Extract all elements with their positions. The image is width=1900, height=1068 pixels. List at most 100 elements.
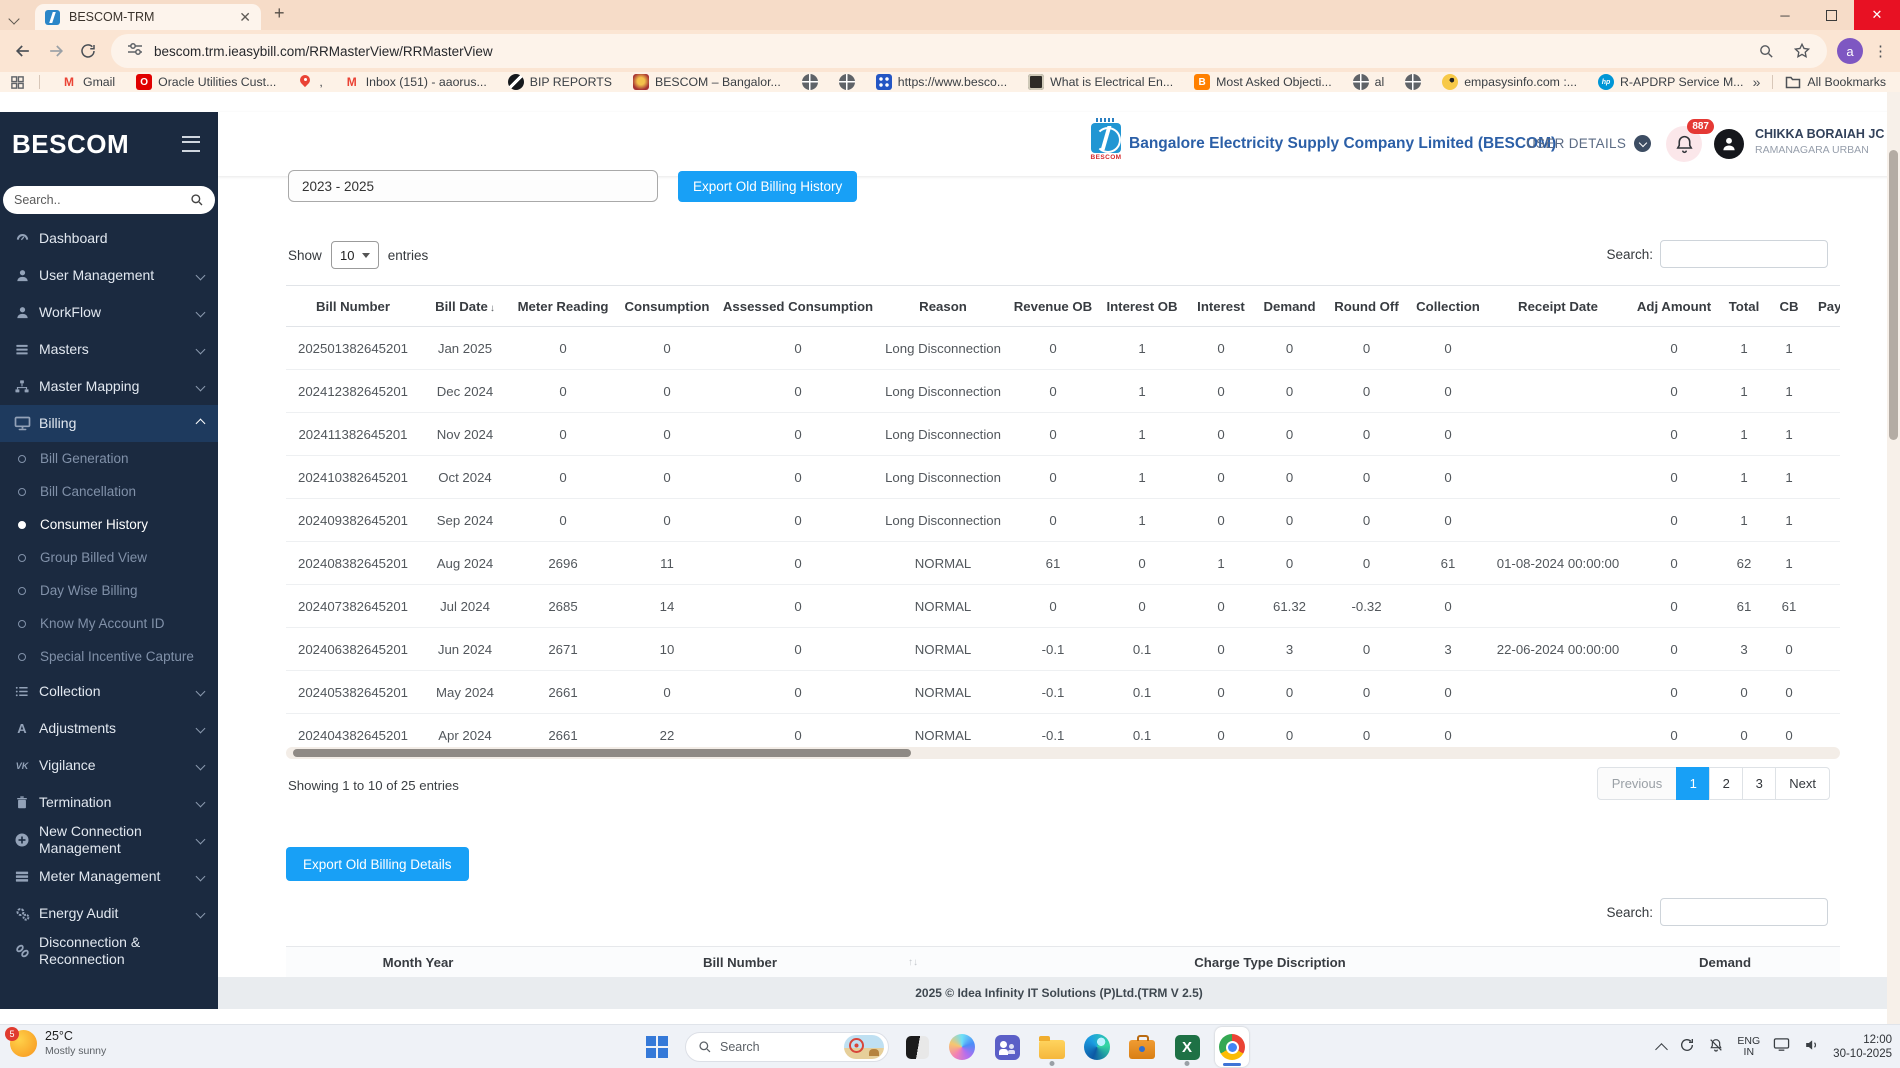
column-header-meter-reading[interactable]: Meter Reading: [510, 285, 616, 327]
bookmark-[interactable]: ,: [297, 74, 323, 90]
sidebar-subitem-special-incentive-capture[interactable]: Special Incentive Capture: [0, 640, 218, 673]
bookmark-inbox-151-aaorus[interactable]: Inbox (151) - aaorus...: [344, 74, 487, 90]
sidebar-subitem-day-wise-billing[interactable]: Day Wise Billing: [0, 574, 218, 607]
bookmark-al[interactable]: al: [1352, 74, 1384, 90]
sidebar-item-collection[interactable]: Collection: [0, 673, 218, 710]
column-header-collection[interactable]: Collection: [1410, 285, 1486, 327]
profile-avatar[interactable]: a: [1837, 38, 1863, 64]
sidebar-item-master-mapping[interactable]: Master Mapping: [0, 368, 218, 405]
column-header-bill-number[interactable]: Bill Number ↑↓: [550, 955, 930, 970]
sidebar-item-meter-management[interactable]: Meter Management: [0, 858, 218, 895]
sidebar-subitem-know-my-account-id[interactable]: Know My Account ID: [0, 607, 218, 640]
sidebar-item-billing[interactable]: Billing: [0, 405, 218, 442]
sidebar-item-vigilance[interactable]: VK Vigilance: [0, 747, 218, 784]
start-button[interactable]: [640, 1027, 674, 1067]
browser-tab[interactable]: BESCOM-TRM ✕: [35, 4, 261, 30]
column-header-assessed-consumption[interactable]: Assessed Consumption: [718, 285, 878, 327]
pagination-page-1[interactable]: 1: [1676, 767, 1711, 800]
export-old-billing-details-button[interactable]: Export Old Billing Details: [286, 847, 469, 881]
bookmark-bescom-bangalor[interactable]: BESCOM – Bangalor...: [633, 74, 781, 90]
table-horizontal-scrollbar[interactable]: [286, 747, 1840, 759]
sidebar-item-energy-audit[interactable]: Energy Audit: [0, 895, 218, 932]
new-tab-button[interactable]: +: [274, 3, 285, 24]
sidebar-item-user-management[interactable]: User Management: [0, 257, 218, 294]
page-size-select[interactable]: 10: [330, 241, 379, 269]
tab-close-icon[interactable]: ✕: [239, 10, 251, 24]
user-details-dropdown[interactable]: USER DETAILS: [1526, 135, 1652, 152]
excel-icon[interactable]: [1170, 1027, 1204, 1067]
reload-icon[interactable]: [79, 42, 97, 60]
tab-search-chevron-icon[interactable]: [8, 10, 20, 25]
maximize-button[interactable]: [1808, 0, 1854, 30]
scrollbar-thumb[interactable]: [293, 749, 911, 757]
user-avatar[interactable]: [1714, 129, 1744, 159]
bookmark-empasysinfo-com[interactable]: empasysinfo.com :...: [1442, 74, 1577, 90]
bookmark-globe[interactable]: [838, 74, 855, 90]
column-header-charge-type-discription[interactable]: Charge Type Discription: [930, 955, 1610, 970]
clock[interactable]: 12:00 30-10-2025: [1833, 1033, 1892, 1061]
back-icon[interactable]: [13, 41, 33, 61]
column-header-payment[interactable]: Payment: [1808, 285, 1840, 327]
copilot-icon[interactable]: [945, 1027, 979, 1067]
column-header-bill-number[interactable]: Bill Number: [286, 285, 420, 327]
sidebar-subitem-consumer-history[interactable]: Consumer History: [0, 508, 218, 541]
column-header-reason[interactable]: Reason: [878, 285, 1008, 327]
tray-dnd-bell-icon[interactable]: [1708, 1037, 1724, 1058]
column-header-receipt-date[interactable]: Receipt Date: [1486, 285, 1630, 327]
tray-chevron-up-icon[interactable]: [1655, 1042, 1669, 1056]
column-header-interest[interactable]: Interest: [1186, 285, 1256, 327]
bookmarks-overflow-icon[interactable]: »: [1753, 74, 1761, 90]
close-button[interactable]: ✕: [1854, 0, 1900, 30]
phone-link-icon[interactable]: [900, 1027, 934, 1067]
edge-icon[interactable]: [1080, 1027, 1114, 1067]
sidebar-item-masters[interactable]: Masters: [0, 331, 218, 368]
sidebar-subitem-bill-cancellation[interactable]: Bill Cancellation: [0, 475, 218, 508]
column-header-round-off[interactable]: Round Off: [1323, 285, 1410, 327]
hamburger-icon[interactable]: [182, 136, 200, 152]
site-settings-icon[interactable]: [127, 41, 143, 62]
pagination-next[interactable]: Next: [1775, 767, 1830, 800]
page-vertical-scrollbar[interactable]: [1887, 92, 1900, 1024]
apps-grid-icon[interactable]: [10, 75, 25, 90]
pagination-page-3[interactable]: 3: [1742, 767, 1777, 800]
tray-volume-icon[interactable]: [1803, 1037, 1820, 1058]
column-header-bill-date[interactable]: Bill Date ↓: [420, 285, 510, 327]
chrome-icon[interactable]: [1215, 1027, 1249, 1067]
zoom-icon[interactable]: [1758, 43, 1775, 60]
url-text[interactable]: bescom.trm.ieasybill.com/RRMasterView/RR…: [154, 44, 1740, 59]
all-bookmarks-button[interactable]: All Bookmarks: [1785, 75, 1886, 89]
minimize-button[interactable]: ─: [1762, 0, 1808, 30]
toolbox-app-icon[interactable]: [1125, 1027, 1159, 1067]
sidebar-item-termination[interactable]: Termination: [0, 784, 218, 821]
sidebar-subitem-bill-generation[interactable]: Bill Generation: [0, 442, 218, 475]
column-header-cb[interactable]: CB: [1770, 285, 1808, 327]
sidebar-item-adjustments[interactable]: A Adjustments: [0, 710, 218, 747]
sidebar-item-workflow[interactable]: WorkFlow: [0, 294, 218, 331]
bookmark-r-apdrp-service-m[interactable]: R-APDRP Service M...: [1597, 74, 1743, 90]
notifications-button[interactable]: 887: [1666, 119, 1714, 162]
column-header-total[interactable]: Total: [1718, 285, 1770, 327]
table2-search-input[interactable]: [1660, 898, 1828, 926]
weather-widget[interactable]: 5 25°C Mostly sunny: [5, 1026, 106, 1057]
tray-sync-icon[interactable]: [1679, 1037, 1695, 1058]
bookmark-bip-reports[interactable]: BIP REPORTS: [507, 74, 612, 90]
column-header-adj-amount[interactable]: Adj Amount: [1630, 285, 1718, 327]
scrollbar-thumb[interactable]: [1889, 150, 1898, 440]
column-header-demand[interactable]: Demand: [1610, 955, 1840, 970]
column-header-month-year[interactable]: Month Year: [286, 955, 550, 970]
column-header-revenue-ob[interactable]: Revenue OB: [1008, 285, 1098, 327]
tray-cast-icon[interactable]: [1773, 1037, 1790, 1057]
taskbar-search[interactable]: Search: [685, 1032, 889, 1062]
bookmark-oracle-utilities-cust[interactable]: Oracle Utilities Cust...: [136, 74, 276, 90]
column-header-interest-ob[interactable]: Interest OB: [1098, 285, 1186, 327]
sidebar-subitem-group-billed-view[interactable]: Group Billed View: [0, 541, 218, 574]
bookmark-https-www-besco[interactable]: https://www.besco...: [875, 74, 1007, 90]
bookmark-most-asked-objecti[interactable]: Most Asked Objecti...: [1194, 74, 1332, 90]
bookmark-gmail[interactable]: Gmail: [61, 74, 115, 90]
year-range-select[interactable]: 2023 - 2025: [288, 170, 658, 202]
export-old-billing-history-button[interactable]: Export Old Billing History: [678, 171, 858, 202]
sidebar-search-input[interactable]: Search..: [3, 186, 215, 214]
column-header-demand[interactable]: Demand: [1256, 285, 1323, 327]
bookmark-globe[interactable]: [1405, 74, 1422, 90]
pagination-page-2[interactable]: 2: [1709, 767, 1744, 800]
